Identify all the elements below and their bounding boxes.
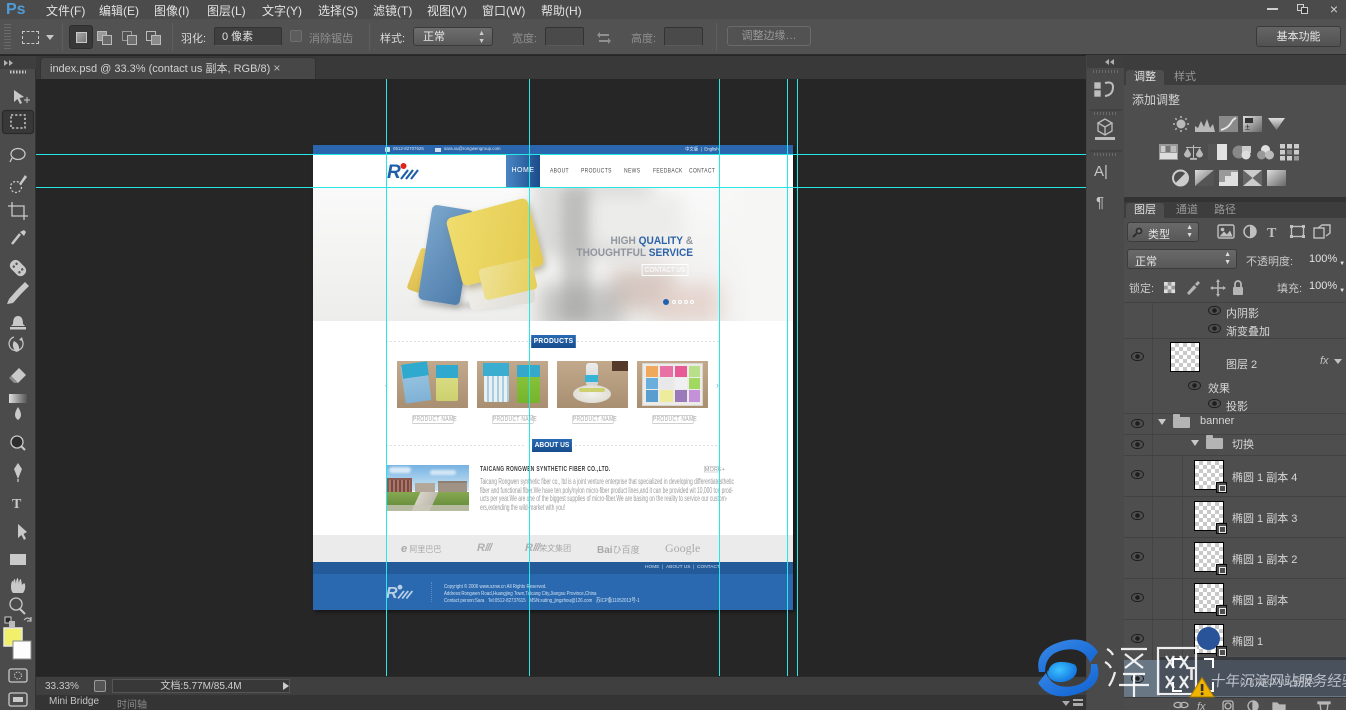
svg-text:T: T — [1267, 226, 1277, 241]
svg-text:¶: ¶ — [1096, 194, 1104, 211]
svg-text:T: T — [12, 497, 22, 512]
svg-text:R: R — [386, 585, 398, 601]
svg-text:A|: A| — [1094, 163, 1108, 180]
svg-text:±: ± — [1245, 122, 1250, 132]
